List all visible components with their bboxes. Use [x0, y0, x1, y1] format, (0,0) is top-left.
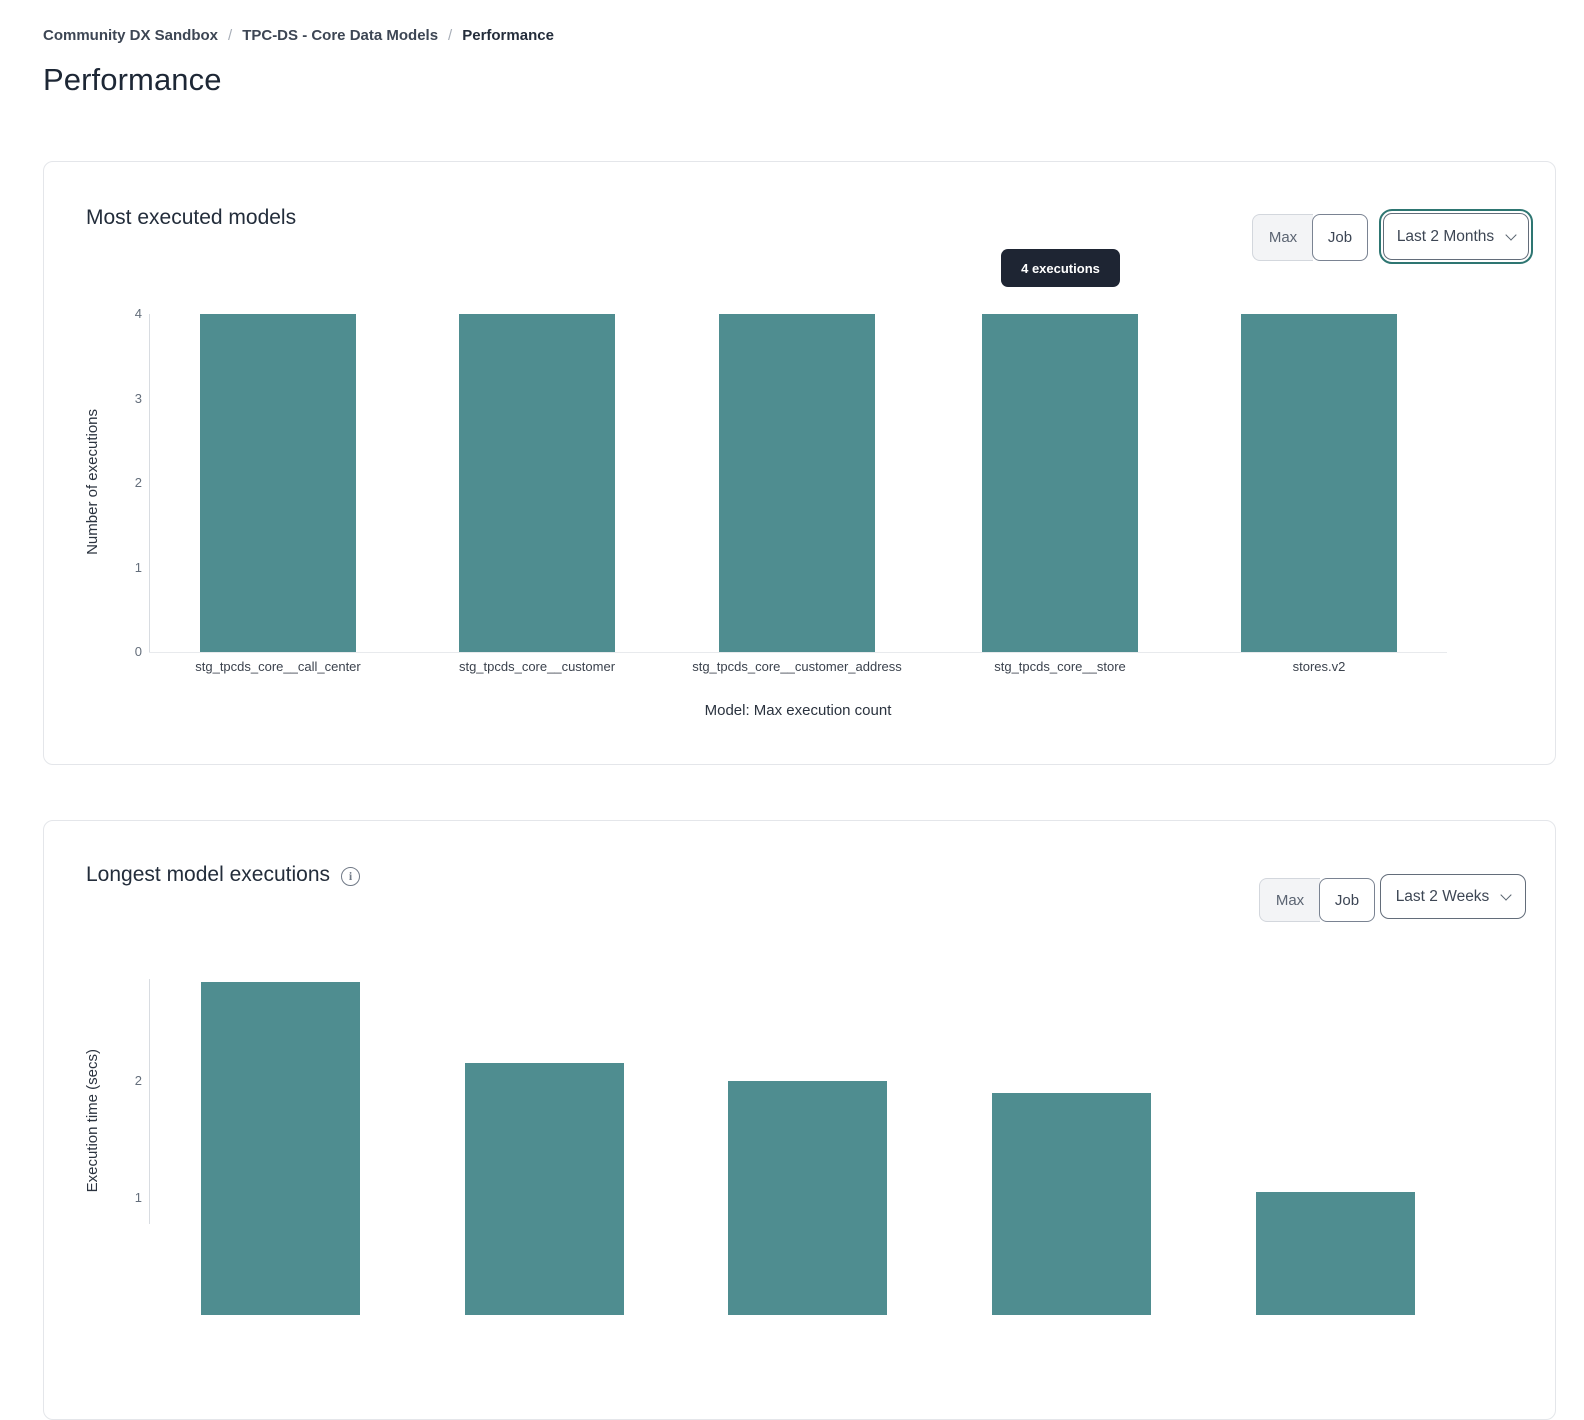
most-executed-models-chart: Number of executions Model: Max executio… [44, 162, 1555, 764]
breadcrumb-item-project[interactable]: Community DX Sandbox [43, 27, 218, 44]
chart-bar[interactable] [465, 1063, 624, 1315]
chart-bar[interactable] [992, 1093, 1151, 1315]
breadcrumb: Community DX Sandbox / TPC-DS - Core Dat… [43, 27, 554, 44]
chart-bar[interactable] [1241, 314, 1397, 652]
y-axis-line [149, 979, 150, 1224]
y-axis-label: Execution time (secs) [84, 1049, 101, 1192]
longest-model-executions-chart: Execution time (secs) 1 2 [44, 821, 1555, 1419]
y-tick-label: 2 [102, 1072, 142, 1090]
y-tick-label: 1 [102, 1189, 142, 1207]
x-category-label: stores.v2 [1189, 659, 1449, 674]
page-title: Performance [43, 62, 222, 98]
y-tick-label: 3 [102, 390, 142, 408]
breadcrumb-item-current: Performance [462, 27, 554, 44]
y-tick-label: 2 [102, 474, 142, 492]
breadcrumb-item-environment[interactable]: TPC-DS - Core Data Models [242, 27, 438, 44]
y-tick-label: 1 [102, 559, 142, 577]
chart-bar[interactable] [1256, 1192, 1415, 1315]
y-axis-line [149, 314, 150, 652]
x-category-label: stg_tpcds_core__customer_address [667, 659, 927, 674]
x-category-label: stg_tpcds_core__store [930, 659, 1190, 674]
breadcrumb-separator: / [228, 27, 232, 44]
breadcrumb-separator: / [448, 27, 452, 44]
chart-bar[interactable] [719, 314, 875, 652]
x-category-label: stg_tpcds_core__call_center [148, 659, 408, 674]
most-executed-models-card: Most executed models Max Job Last 2 Mont… [43, 161, 1556, 765]
chart-bar[interactable] [201, 982, 360, 1315]
y-axis-label: Number of executions [84, 409, 101, 555]
x-axis-line [149, 652, 1447, 653]
chart-bar[interactable] [459, 314, 615, 652]
x-category-label: stg_tpcds_core__customer [407, 659, 667, 674]
chart-bar[interactable] [728, 1081, 887, 1315]
y-tick-label: 0 [102, 643, 142, 661]
chart-bar[interactable] [200, 314, 356, 652]
longest-model-executions-card: Longest model executions i Max Job Last … [43, 820, 1556, 1420]
chart-bar[interactable] [982, 314, 1138, 652]
y-tick-label: 4 [102, 305, 142, 323]
x-axis-title: Model: Max execution count [149, 702, 1447, 719]
